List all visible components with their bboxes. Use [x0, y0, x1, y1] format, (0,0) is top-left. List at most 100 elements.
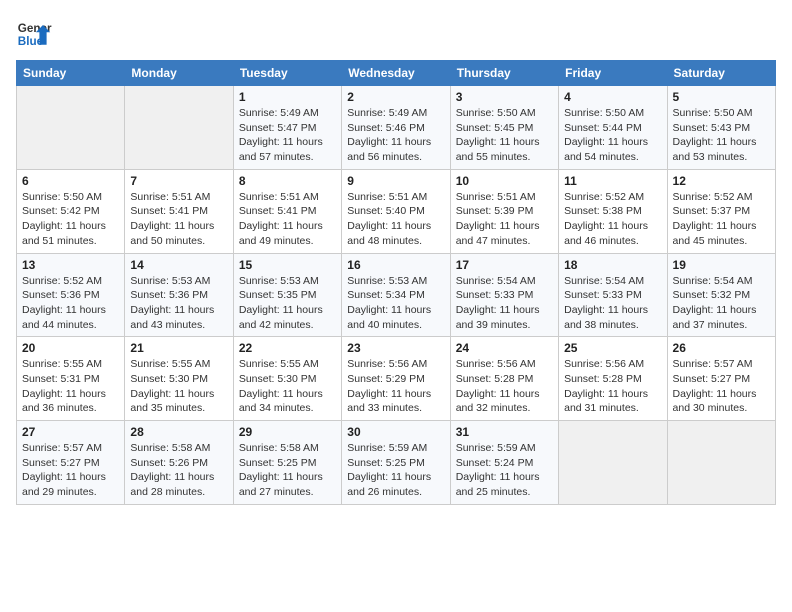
day-detail: Sunrise: 5:57 AMSunset: 5:27 PMDaylight:…: [22, 441, 119, 500]
day-number: 8: [239, 174, 336, 188]
day-number: 27: [22, 425, 119, 439]
col-header-sunday: Sunday: [17, 61, 125, 86]
day-number: 13: [22, 258, 119, 272]
calendar-cell: 12 Sunrise: 5:52 AMSunset: 5:37 PMDayligh…: [667, 169, 775, 253]
day-number: 21: [130, 341, 227, 355]
col-header-friday: Friday: [559, 61, 667, 86]
day-number: 28: [130, 425, 227, 439]
day-number: 7: [130, 174, 227, 188]
col-header-wednesday: Wednesday: [342, 61, 450, 86]
day-detail: Sunrise: 5:55 AMSunset: 5:31 PMDaylight:…: [22, 357, 119, 416]
calendar-cell: 15 Sunrise: 5:53 AMSunset: 5:35 PMDayligh…: [233, 253, 341, 337]
logo: General Blue: [16, 16, 52, 52]
calendar-cell: 13 Sunrise: 5:52 AMSunset: 5:36 PMDayligh…: [17, 253, 125, 337]
calendar-cell: 22 Sunrise: 5:55 AMSunset: 5:30 PMDayligh…: [233, 337, 341, 421]
day-detail: Sunrise: 5:51 AMSunset: 5:39 PMDaylight:…: [456, 190, 553, 249]
day-detail: Sunrise: 5:57 AMSunset: 5:27 PMDaylight:…: [673, 357, 770, 416]
calendar-cell: 8 Sunrise: 5:51 AMSunset: 5:41 PMDaylight…: [233, 169, 341, 253]
day-detail: Sunrise: 5:54 AMSunset: 5:33 PMDaylight:…: [456, 274, 553, 333]
day-number: 24: [456, 341, 553, 355]
day-number: 20: [22, 341, 119, 355]
calendar-cell: 16 Sunrise: 5:53 AMSunset: 5:34 PMDayligh…: [342, 253, 450, 337]
day-detail: Sunrise: 5:50 AMSunset: 5:43 PMDaylight:…: [673, 106, 770, 165]
calendar-cell: 20 Sunrise: 5:55 AMSunset: 5:31 PMDayligh…: [17, 337, 125, 421]
day-number: 17: [456, 258, 553, 272]
calendar-cell: 25 Sunrise: 5:56 AMSunset: 5:28 PMDayligh…: [559, 337, 667, 421]
day-number: 6: [22, 174, 119, 188]
calendar-cell: 4 Sunrise: 5:50 AMSunset: 5:44 PMDaylight…: [559, 86, 667, 170]
page-header: General Blue: [16, 16, 776, 52]
col-header-saturday: Saturday: [667, 61, 775, 86]
day-detail: Sunrise: 5:51 AMSunset: 5:40 PMDaylight:…: [347, 190, 444, 249]
calendar-cell: 11 Sunrise: 5:52 AMSunset: 5:38 PMDayligh…: [559, 169, 667, 253]
day-number: 18: [564, 258, 661, 272]
day-number: 11: [564, 174, 661, 188]
svg-text:General: General: [18, 22, 52, 35]
day-number: 12: [673, 174, 770, 188]
calendar-cell: 23Sunrise: 5:56 AMSunset: 5:29 PMDayligh…: [342, 337, 450, 421]
day-number: 15: [239, 258, 336, 272]
calendar-cell: 19 Sunrise: 5:54 AMSunset: 5:32 PMDayligh…: [667, 253, 775, 337]
day-detail: Sunrise: 5:59 AMSunset: 5:25 PMDaylight:…: [347, 441, 444, 500]
day-detail: Sunrise: 5:53 AMSunset: 5:34 PMDaylight:…: [347, 274, 444, 333]
day-number: 14: [130, 258, 227, 272]
calendar-cell: 31 Sunrise: 5:59 AMSunset: 5:24 PMDayligh…: [450, 421, 558, 505]
logo-icon: General Blue: [16, 16, 52, 52]
calendar-cell: 14 Sunrise: 5:53 AMSunset: 5:36 PMDayligh…: [125, 253, 233, 337]
day-number: 5: [673, 90, 770, 104]
calendar-cell: 1Sunrise: 5:49 AMSunset: 5:47 PMDaylight…: [233, 86, 341, 170]
col-header-monday: Monday: [125, 61, 233, 86]
day-detail: Sunrise: 5:56 AMSunset: 5:28 PMDaylight:…: [564, 357, 661, 416]
day-number: 29: [239, 425, 336, 439]
calendar-cell: [667, 421, 775, 505]
day-detail: Sunrise: 5:52 AMSunset: 5:36 PMDaylight:…: [22, 274, 119, 333]
calendar-cell: [125, 86, 233, 170]
day-detail: Sunrise: 5:59 AMSunset: 5:24 PMDaylight:…: [456, 441, 553, 500]
day-detail: Sunrise: 5:52 AMSunset: 5:38 PMDaylight:…: [564, 190, 661, 249]
day-number: 23: [347, 341, 444, 355]
day-detail: Sunrise: 5:55 AMSunset: 5:30 PMDaylight:…: [239, 357, 336, 416]
day-number: 22: [239, 341, 336, 355]
day-detail: Sunrise: 5:51 AMSunset: 5:41 PMDaylight:…: [130, 190, 227, 249]
day-number: 19: [673, 258, 770, 272]
calendar-cell: 21 Sunrise: 5:55 AMSunset: 5:30 PMDayligh…: [125, 337, 233, 421]
calendar-cell: [17, 86, 125, 170]
calendar-cell: 27 Sunrise: 5:57 AMSunset: 5:27 PMDayligh…: [17, 421, 125, 505]
day-detail: Sunrise: 5:53 AMSunset: 5:36 PMDaylight:…: [130, 274, 227, 333]
day-number: 31: [456, 425, 553, 439]
day-number: 3: [456, 90, 553, 104]
day-detail: Sunrise: 5:49 AMSunset: 5:47 PMDaylight:…: [239, 106, 336, 165]
calendar-cell: 18 Sunrise: 5:54 AMSunset: 5:33 PMDayligh…: [559, 253, 667, 337]
calendar-cell: 5 Sunrise: 5:50 AMSunset: 5:43 PMDaylight…: [667, 86, 775, 170]
day-detail: Sunrise: 5:54 AMSunset: 5:33 PMDaylight:…: [564, 274, 661, 333]
calendar-cell: 9 Sunrise: 5:51 AMSunset: 5:40 PMDaylight…: [342, 169, 450, 253]
day-detail: Sunrise: 5:52 AMSunset: 5:37 PMDaylight:…: [673, 190, 770, 249]
day-number: 4: [564, 90, 661, 104]
day-number: 26: [673, 341, 770, 355]
calendar-cell: 28 Sunrise: 5:58 AMSunset: 5:26 PMDayligh…: [125, 421, 233, 505]
calendar-cell: 6Sunrise: 5:50 AMSunset: 5:42 PMDaylight…: [17, 169, 125, 253]
day-number: 30: [347, 425, 444, 439]
day-detail: Sunrise: 5:54 AMSunset: 5:32 PMDaylight:…: [673, 274, 770, 333]
day-number: 10: [456, 174, 553, 188]
calendar-cell: 29 Sunrise: 5:58 AMSunset: 5:25 PMDayligh…: [233, 421, 341, 505]
calendar-cell: 3Sunrise: 5:50 AMSunset: 5:45 PMDaylight…: [450, 86, 558, 170]
day-detail: Sunrise: 5:58 AMSunset: 5:26 PMDaylight:…: [130, 441, 227, 500]
day-detail: Sunrise: 5:53 AMSunset: 5:35 PMDaylight:…: [239, 274, 336, 333]
calendar-cell: 24 Sunrise: 5:56 AMSunset: 5:28 PMDayligh…: [450, 337, 558, 421]
day-detail: Sunrise: 5:51 AMSunset: 5:41 PMDaylight:…: [239, 190, 336, 249]
calendar-cell: [559, 421, 667, 505]
day-detail: Sunrise: 5:49 AMSunset: 5:46 PMDaylight:…: [347, 106, 444, 165]
col-header-thursday: Thursday: [450, 61, 558, 86]
calendar-cell: 7 Sunrise: 5:51 AMSunset: 5:41 PMDaylight…: [125, 169, 233, 253]
day-detail: Sunrise: 5:55 AMSunset: 5:30 PMDaylight:…: [130, 357, 227, 416]
calendar-cell: 30 Sunrise: 5:59 AMSunset: 5:25 PMDayligh…: [342, 421, 450, 505]
day-detail: Sunrise: 5:58 AMSunset: 5:25 PMDaylight:…: [239, 441, 336, 500]
day-detail: Sunrise: 5:56 AMSunset: 5:28 PMDaylight:…: [456, 357, 553, 416]
day-number: 25: [564, 341, 661, 355]
day-detail: Sunrise: 5:50 AMSunset: 5:44 PMDaylight:…: [564, 106, 661, 165]
day-number: 9: [347, 174, 444, 188]
col-header-tuesday: Tuesday: [233, 61, 341, 86]
day-number: 16: [347, 258, 444, 272]
calendar-cell: 10 Sunrise: 5:51 AMSunset: 5:39 PMDayligh…: [450, 169, 558, 253]
